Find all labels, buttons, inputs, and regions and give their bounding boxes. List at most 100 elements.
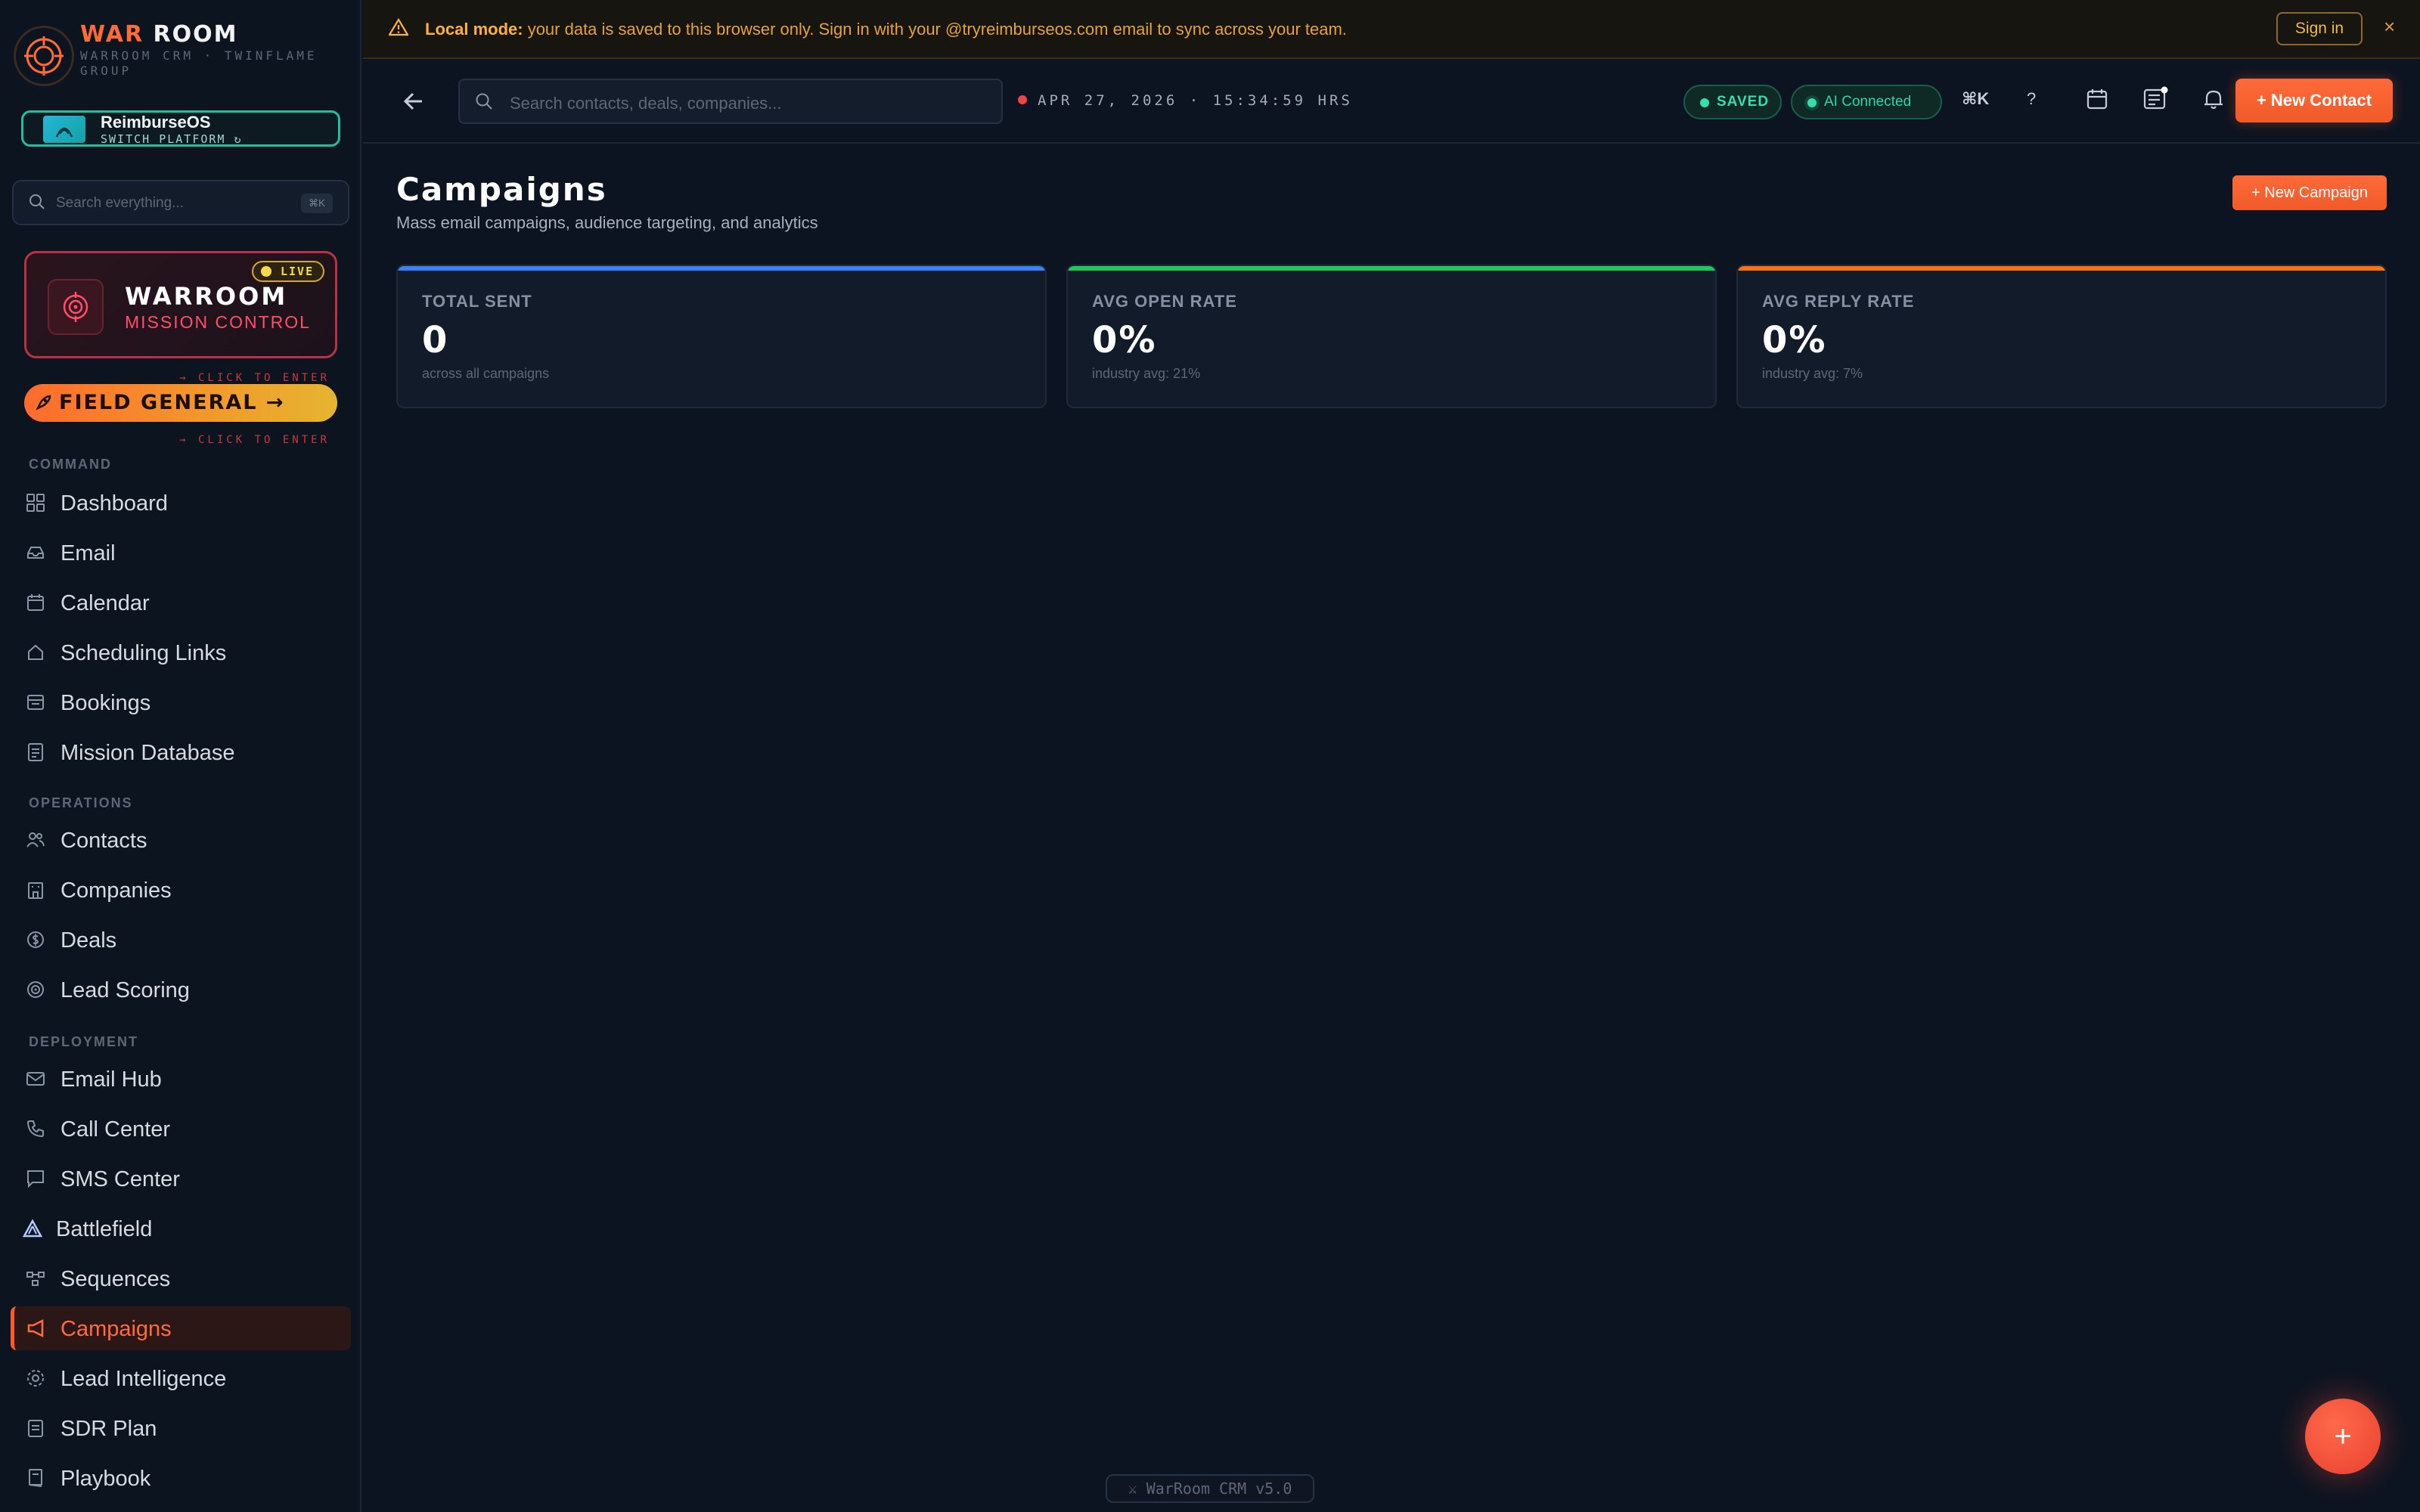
- banner-text: your data is saved to this browser only.…: [523, 20, 1347, 39]
- bell-icon[interactable]: [2202, 88, 2225, 110]
- brand-title-accent: WAR: [80, 21, 144, 48]
- mission-control-card[interactable]: WARROOM MISSION CONTROL LIVE: [24, 251, 337, 358]
- building-icon: [26, 880, 45, 900]
- sidebar-item-scheduling-links[interactable]: Scheduling Links: [11, 631, 351, 674]
- sidebar-item-label: Lead Intelligence: [60, 1367, 227, 1391]
- sidebar-search-input[interactable]: Search everything... ⌘K: [12, 180, 349, 225]
- stat-card-avg-reply-rate: AVG REPLY RATE 0% industry avg: 7%: [1736, 265, 2387, 408]
- warning-icon: [389, 18, 408, 36]
- inbox-icon: [26, 543, 45, 562]
- crosshair-logo-icon: [14, 26, 74, 86]
- sidebar-item-call-center[interactable]: Call Center: [11, 1107, 351, 1151]
- sidebar-item-label: Campaigns: [60, 1317, 172, 1341]
- sidebar-item-sequences[interactable]: Sequences: [11, 1256, 351, 1300]
- clock-readout: APR 27, 2026 · 15:34:59 HRS: [1018, 92, 1353, 109]
- close-icon[interactable]: ×: [2384, 15, 2395, 39]
- target-icon: [26, 980, 45, 999]
- message-icon: [26, 1169, 45, 1188]
- reimburseos-logo-icon: [43, 116, 85, 143]
- sidebar-item-label: Battlefield: [56, 1217, 153, 1241]
- recording-dot-icon: [1018, 95, 1027, 104]
- help-button[interactable]: ?: [2027, 89, 2036, 109]
- sidebar-item-email-hub[interactable]: Email Hub: [11, 1057, 351, 1101]
- sidebar-item-label: SDR Plan: [60, 1417, 157, 1441]
- sidebar-item-campaigns[interactable]: Campaigns: [11, 1306, 351, 1350]
- calendar-icon: [26, 593, 45, 612]
- booking-icon: [26, 692, 45, 712]
- back-arrow-icon[interactable]: [401, 89, 425, 113]
- platform-switcher[interactable]: ReimburseOS SWITCH PLATFORM ↻: [21, 110, 340, 147]
- sidebar-item-calendar[interactable]: Calendar: [11, 581, 351, 624]
- sidebar-item-sms-center[interactable]: SMS Center: [11, 1157, 351, 1201]
- new-campaign-button[interactable]: + New Campaign: [2232, 175, 2387, 210]
- sidebar-item-label: Contacts: [60, 829, 147, 853]
- banner-strong: Local mode:: [425, 20, 523, 39]
- document-icon: [26, 742, 45, 762]
- mission-click-hint: → CLICK TO ENTER: [179, 372, 330, 384]
- sidebar-item-dashboard[interactable]: Dashboard: [11, 481, 351, 525]
- add-fab-button[interactable]: +: [2305, 1399, 2381, 1474]
- nav-section-command: COMMAND: [29, 457, 112, 472]
- ai-label: AI Connected: [1824, 94, 1912, 110]
- page-subtitle: Mass email campaigns, audience targeting…: [396, 213, 818, 232]
- target-icon: [48, 279, 104, 335]
- sidebar-item-deals[interactable]: Deals: [11, 918, 351, 962]
- sidebar-item-mission-database[interactable]: Mission Database: [11, 730, 351, 774]
- grid-icon: [26, 493, 45, 513]
- stat-label: TOTAL SENT: [422, 292, 532, 311]
- field-general-button[interactable]: FIELD GENERAL →: [24, 384, 337, 422]
- stat-card-avg-open-rate: AVG OPEN RATE 0% industry avg: 21%: [1066, 265, 1717, 408]
- sidebar-item-playbook[interactable]: Playbook: [11, 1456, 351, 1500]
- brand-subtitle: WARROOM CRM · TWINFLAME GROUP: [80, 48, 318, 78]
- sidebar-item-email[interactable]: Email: [11, 531, 351, 575]
- sidebar-search-placeholder: Search everything...: [56, 195, 184, 211]
- sidebar-item-battlefield[interactable]: Battlefield: [11, 1207, 351, 1250]
- megaphone-icon: [26, 1318, 45, 1338]
- stat-card-total-sent: TOTAL SENT 0 across all campaigns: [396, 265, 1047, 408]
- calendar-icon[interactable]: [2086, 88, 2108, 110]
- new-contact-button[interactable]: + New Contact: [2235, 79, 2393, 122]
- mail-icon: [26, 1069, 45, 1089]
- sidebar-item-bookings[interactable]: Bookings: [11, 680, 351, 724]
- stat-value: 0%: [1762, 319, 1827, 361]
- triangle-icon: [23, 1219, 42, 1238]
- sidebar-item-label: Sequences: [60, 1267, 171, 1291]
- ai-connected-badge[interactable]: AI Connected: [1791, 85, 1942, 119]
- sidebar-item-sdr-plan[interactable]: SDR Plan: [11, 1406, 351, 1450]
- stat-value: 0: [422, 319, 449, 361]
- shortcut-badge: ⌘K: [301, 194, 333, 213]
- live-dot-icon: [261, 266, 271, 277]
- notes-icon[interactable]: [2143, 86, 2169, 110]
- flow-icon: [26, 1269, 45, 1288]
- sidebar-item-label: Email: [60, 541, 116, 565]
- sidebar-item-lead-intelligence[interactable]: Lead Intelligence: [11, 1356, 351, 1400]
- search-icon: [475, 92, 493, 110]
- rocket-icon: [33, 393, 53, 413]
- sidebar-item-label: Bookings: [60, 691, 151, 715]
- page-title: Campaigns: [396, 171, 607, 208]
- sidebar-item-label: Scheduling Links: [60, 641, 227, 665]
- brand-title: WAR ROOM: [80, 21, 237, 48]
- brand[interactable]: WAR ROOM WARROOM CRM · TWINFLAME GROUP: [14, 21, 346, 86]
- sidebar-item-companies[interactable]: Companies: [11, 868, 351, 912]
- switch-platform-link[interactable]: SWITCH PLATFORM ↻: [101, 132, 243, 146]
- command-palette-button[interactable]: ⌘K: [1962, 89, 1989, 109]
- global-search-input[interactable]: Search contacts, deals, companies...: [458, 79, 1003, 124]
- stat-note: across all campaigns: [422, 366, 550, 381]
- sign-in-button[interactable]: Sign in: [2276, 12, 2363, 45]
- sidebar: WAR ROOM WARROOM CRM · TWINFLAME GROUP R…: [0, 0, 361, 1512]
- sidebar-item-label: Mission Database: [60, 741, 235, 765]
- sidebar-item-lead-scoring[interactable]: Lead Scoring: [11, 968, 351, 1012]
- nav-section-deployment: DEPLOYMENT: [29, 1034, 139, 1049]
- mission-subtitle: MISSION CONTROL: [125, 312, 311, 332]
- banner-message: Local mode: your data is saved to this b…: [425, 20, 1347, 39]
- top-bar: Search contacts, deals, companies... APR…: [363, 60, 2420, 144]
- stat-note: industry avg: 7%: [1762, 366, 1863, 381]
- clipboard-icon: [26, 1418, 45, 1438]
- dollar-icon: [26, 930, 45, 950]
- version-badge: ⚔ WarRoom CRM v5.0: [1106, 1474, 1314, 1503]
- sidebar-item-label: Companies: [60, 878, 172, 903]
- sidebar-item-contacts[interactable]: Contacts: [11, 818, 351, 862]
- stat-card-accent-bar: [1738, 266, 2385, 271]
- sidebar-item-label: SMS Center: [60, 1167, 180, 1191]
